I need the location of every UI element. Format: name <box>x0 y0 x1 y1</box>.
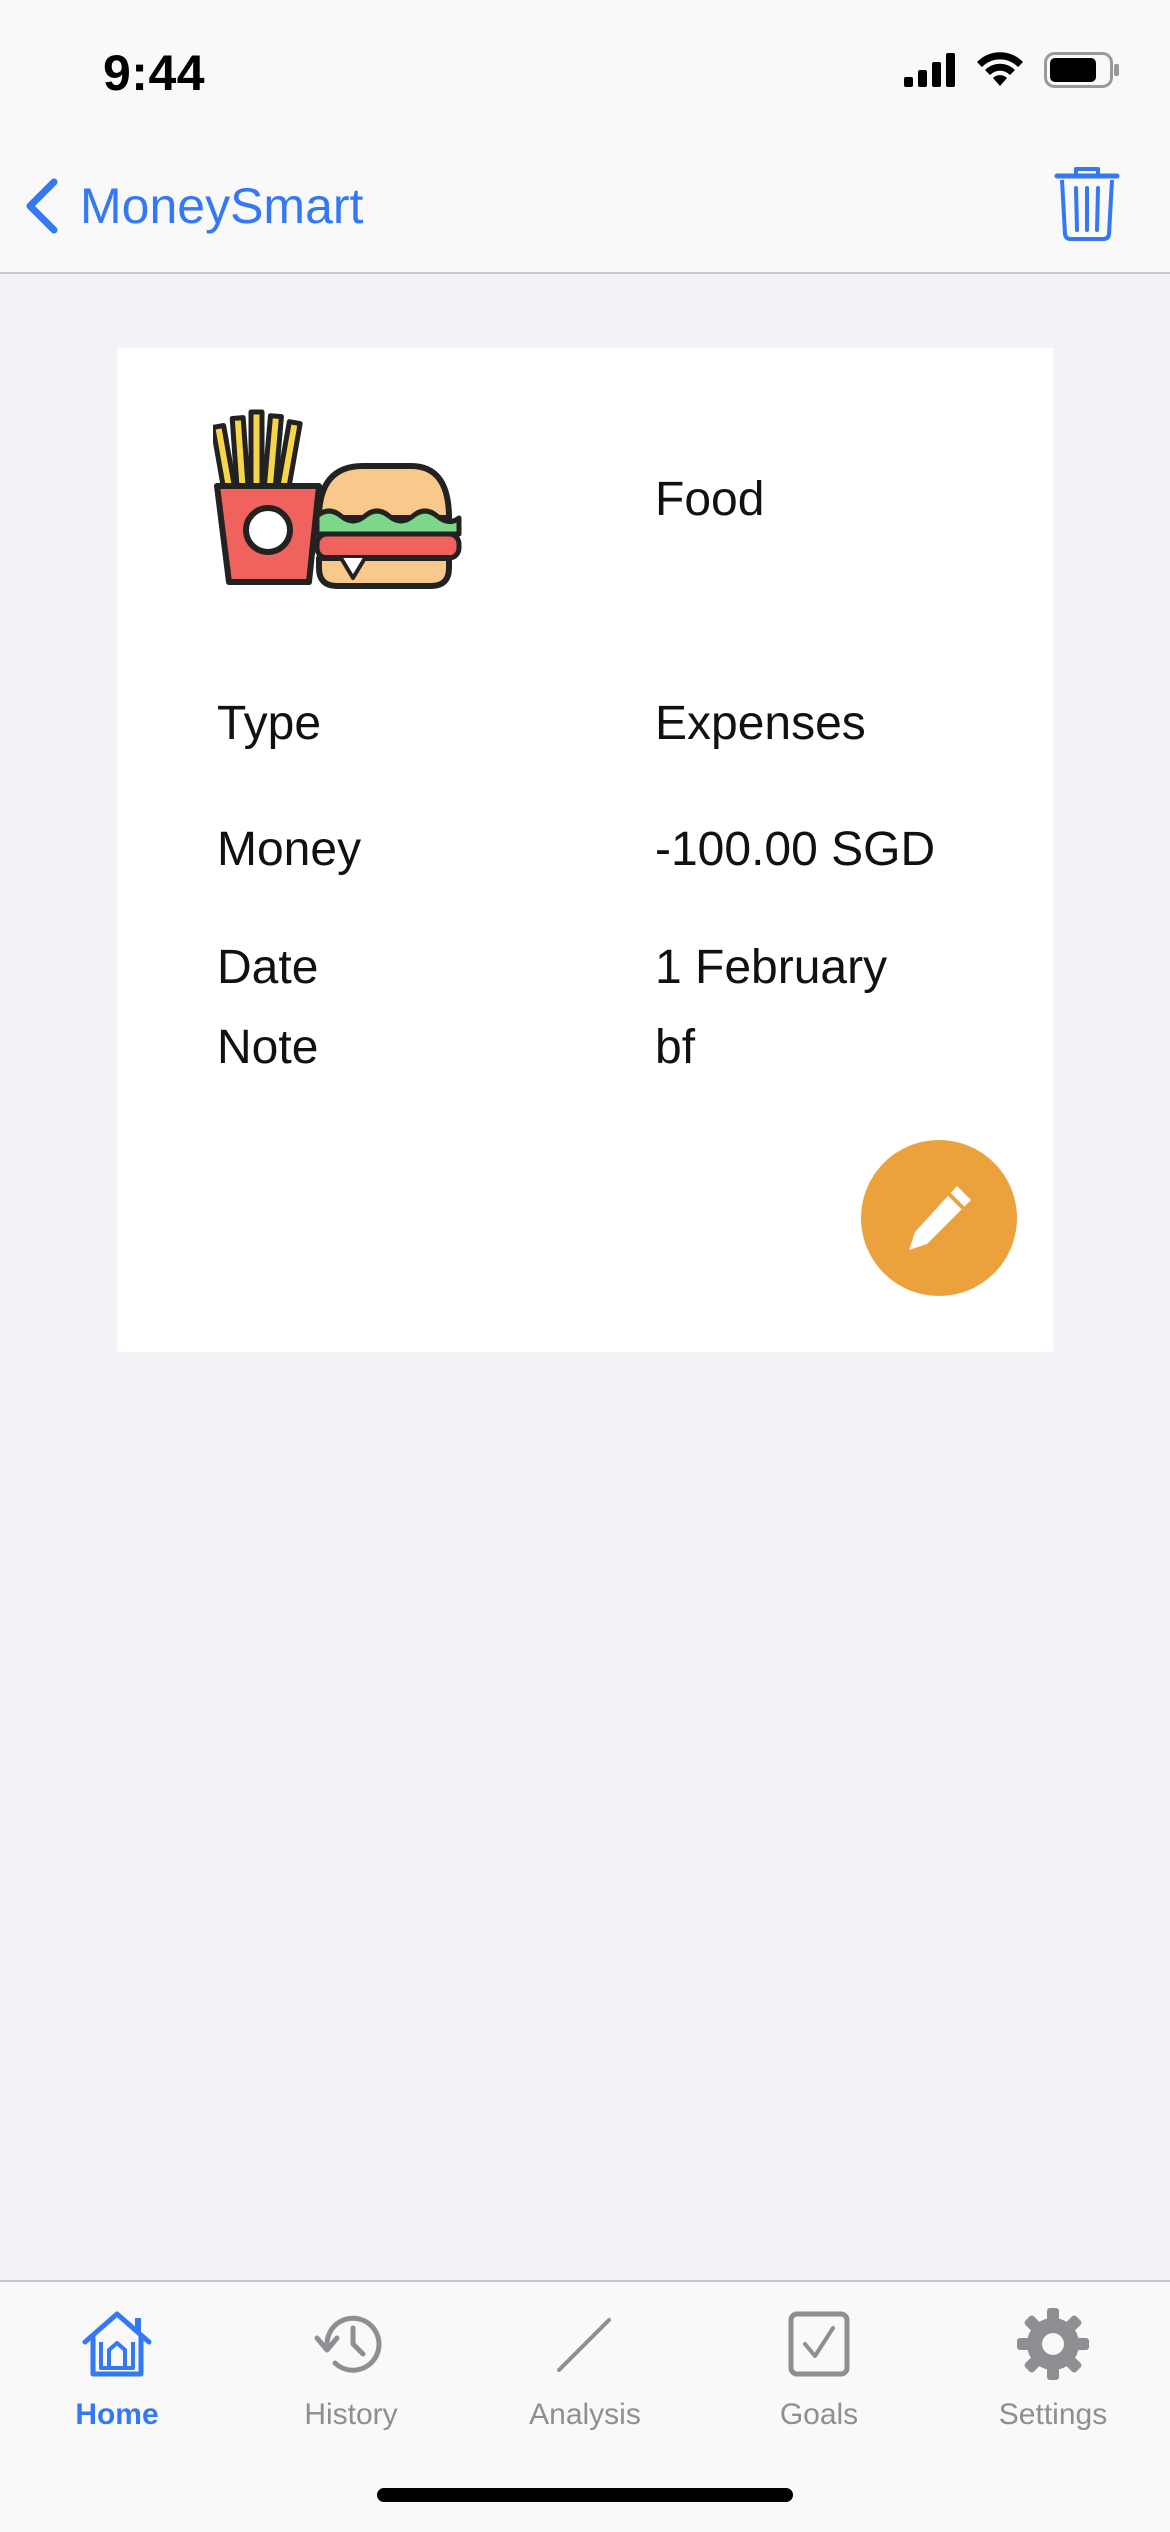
analysis-icon <box>557 2318 611 2372</box>
money-value: -100.00 SGD <box>655 823 936 876</box>
note-label: Note <box>217 1021 319 1074</box>
trash-icon <box>1054 167 1120 241</box>
note-value: bf <box>655 1021 696 1074</box>
status-bar: 9:44 <box>0 0 1170 140</box>
battery-icon <box>1044 52 1119 88</box>
category-value: Food <box>655 473 765 526</box>
tab-settings[interactable]: Settings <box>936 2304 1170 2444</box>
tab-goals[interactable]: Goals <box>702 2304 936 2444</box>
type-label: Type <box>217 697 322 750</box>
tab-settings-label: Settings <box>998 2398 1108 2431</box>
date-label: Date <box>217 941 319 994</box>
tab-history-label: History <box>304 2398 398 2431</box>
tab-analysis[interactable]: Analysis <box>468 2304 702 2444</box>
tab-home[interactable]: Home <box>0 2304 234 2444</box>
status-icons <box>904 52 1120 88</box>
pencil-icon <box>909 1186 971 1250</box>
tab-home-label: Home <box>75 2398 159 2431</box>
gear-icon <box>1017 2308 1089 2380</box>
money-label: Money <box>217 823 362 876</box>
home-icon <box>82 2311 152 2377</box>
edit-button[interactable] <box>861 1140 1017 1296</box>
back-button[interactable]: MoneySmart <box>22 176 363 236</box>
home-indicator <box>377 2488 793 2502</box>
tab-analysis-label: Analysis <box>529 2398 641 2431</box>
chevron-left-icon <box>26 178 58 234</box>
navigation-bar: MoneySmart <box>0 140 1170 274</box>
goals-icon <box>788 2311 850 2377</box>
date-value: 1 February <box>655 941 888 994</box>
type-value: Expenses <box>655 697 866 750</box>
tab-goals-label: Goals <box>779 2398 859 2431</box>
transaction-card: Food Type Expenses Money -100.00 SGD Dat… <box>117 348 1053 1352</box>
fast-food-icon <box>213 409 462 589</box>
delete-button[interactable] <box>1054 166 1120 247</box>
history-icon <box>314 2315 382 2373</box>
wifi-icon <box>977 52 1023 86</box>
transaction-detail-screen: 9:44 MoneySmart Food Type Expenses Money… <box>0 0 1170 2532</box>
tab-history[interactable]: History <box>234 2304 468 2444</box>
status-time: 9:44 <box>103 45 206 101</box>
back-label: MoneySmart <box>80 178 364 234</box>
cellular-signal-icon <box>904 53 955 87</box>
